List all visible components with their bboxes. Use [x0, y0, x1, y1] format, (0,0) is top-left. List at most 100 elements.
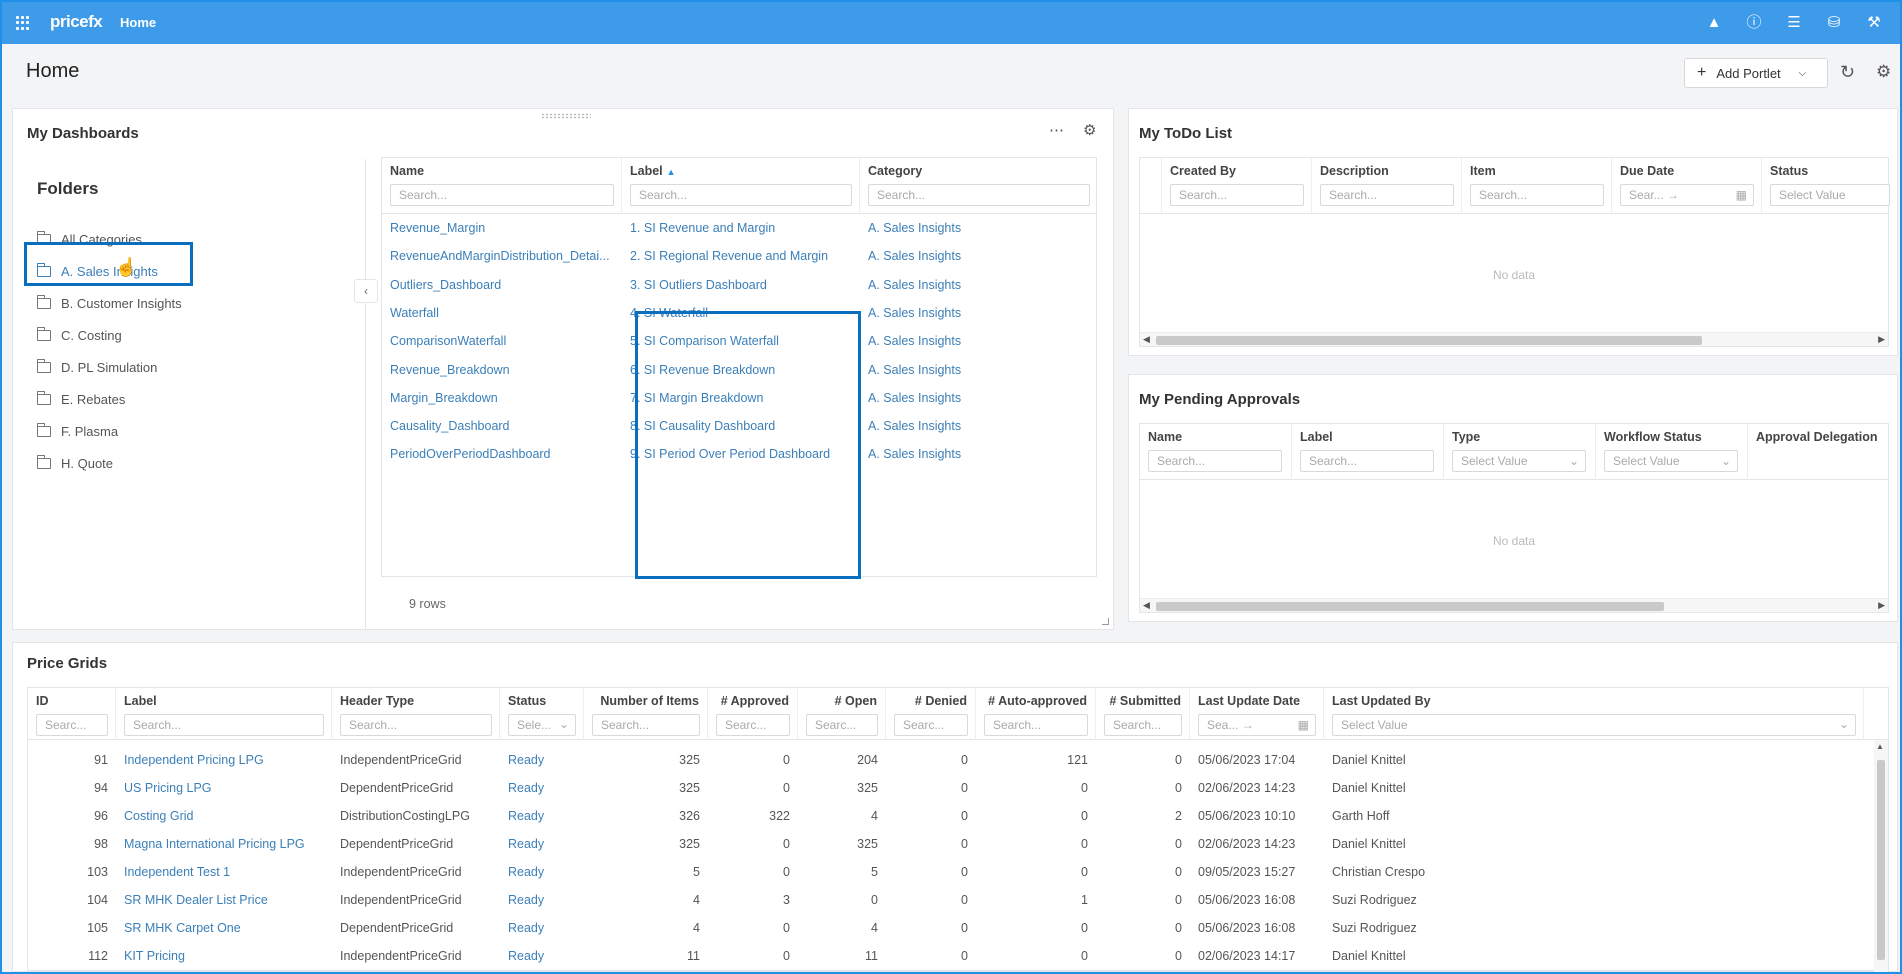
status-filter-input[interactable]: Sele... ⌄	[508, 714, 576, 736]
column-header-last-update-date[interactable]: Last Update Date Sea... → ▦	[1190, 688, 1324, 740]
column-header-due-date[interactable]: Due Date Sear... → ▦	[1612, 158, 1762, 214]
item-search-input[interactable]: Search...	[1470, 184, 1604, 206]
resize-handle-icon[interactable]	[1102, 618, 1109, 625]
more-options-icon[interactable]: ⋯	[1049, 121, 1064, 139]
dashboard-name-link[interactable]: RevenueAndMarginDistribution_Detai...	[390, 249, 618, 263]
column-header-approved[interactable]: # Approved Searc...	[708, 688, 798, 740]
table-row[interactable]: 94 US Pricing LPG DependentPriceGrid Ready 3…	[28, 774, 1864, 802]
type-select[interactable]: Select Value ⌄	[1452, 450, 1586, 472]
folder-item-plasma[interactable]: F. Plasma	[36, 415, 337, 447]
header-type-filter-input[interactable]: Search...	[340, 714, 492, 736]
label-search-input[interactable]: Search...	[1300, 450, 1434, 472]
horizontal-scrollbar[interactable]: ◀ ▶	[1140, 598, 1888, 612]
column-header-name[interactable]: Name Search...	[1140, 424, 1292, 480]
calendar-icon[interactable]: ▦	[1736, 188, 1747, 202]
name-search-input[interactable]: Search...	[390, 184, 614, 206]
dashboard-name-link[interactable]: Revenue_Breakdown	[390, 363, 618, 377]
dashboard-name-link[interactable]: Margin_Breakdown	[390, 391, 618, 405]
vertical-scrollbar[interactable]: ▲	[1874, 740, 1888, 972]
dashboard-category-link[interactable]: A. Sales Insights	[868, 221, 1092, 235]
column-header-approval-delegation[interactable]: Approval Delegation	[1748, 424, 1890, 480]
grid-label-link[interactable]: KIT Pricing	[124, 949, 185, 963]
grid-label-link[interactable]: Costing Grid	[124, 809, 193, 823]
column-header-description[interactable]: Description Search...	[1312, 158, 1462, 214]
name-search-input[interactable]: Search...	[1148, 450, 1282, 472]
table-row[interactable]: RevenueAndMarginDistribution_Detai... 2. …	[382, 242, 1096, 270]
column-header-label[interactable]: Label Search...	[1292, 424, 1444, 480]
column-header-created-by[interactable]: Created By Search...	[1162, 158, 1312, 214]
dashboard-category-link[interactable]: A. Sales Insights	[868, 334, 1092, 348]
pricefx-logo[interactable]: pricefx	[50, 12, 103, 32]
column-header-type[interactable]: Type Select Value ⌄	[1444, 424, 1596, 480]
column-header-header-type[interactable]: Header Type Search...	[332, 688, 500, 740]
horizontal-scrollbar[interactable]: ◀ ▶	[1140, 332, 1888, 346]
dashboard-category-link[interactable]: A. Sales Insights	[868, 249, 1092, 263]
column-header-workflow-status[interactable]: Workflow Status Select Value ⌄	[1596, 424, 1748, 480]
table-row[interactable]: Outliers_Dashboard 3. SI Outliers Dashboa…	[382, 271, 1096, 299]
submitted-filter-input[interactable]: Search...	[1104, 714, 1182, 736]
denied-filter-input[interactable]: Searc...	[894, 714, 968, 736]
dashboard-name-link[interactable]: ComparisonWaterfall	[390, 334, 618, 348]
scroll-right-icon[interactable]: ▶	[1878, 600, 1885, 611]
grid-label-link[interactable]: US Pricing LPG	[124, 781, 212, 795]
dashboard-label-link[interactable]: 2. SI Regional Revenue and Margin	[630, 249, 856, 263]
folder-item-quote[interactable]: H. Quote	[36, 447, 337, 479]
collapse-folders-button[interactable]: ‹	[354, 279, 378, 303]
scrollbar-thumb[interactable]	[1877, 760, 1885, 960]
number-of-items-filter-input[interactable]: Search...	[592, 714, 700, 736]
folder-item-rebates[interactable]: E. Rebates	[36, 383, 337, 415]
scroll-right-icon[interactable]: ▶	[1878, 334, 1885, 345]
folder-item-pl-simulation[interactable]: D. PL Simulation	[36, 351, 337, 383]
help-icon[interactable]: ⓘ	[1744, 13, 1764, 33]
apps-grid-icon[interactable]	[16, 16, 30, 30]
dashboard-name-link[interactable]: Outliers_Dashboard	[390, 278, 618, 292]
sort-ascending-icon[interactable]: ▲	[667, 167, 676, 177]
grid-label-link[interactable]: SR MHK Dealer List Price	[124, 893, 268, 907]
sliders-icon[interactable]: ☰	[1784, 13, 1804, 33]
grid-label-link[interactable]: Independent Pricing LPG	[124, 753, 264, 767]
column-header-item[interactable]: Item Search...	[1462, 158, 1612, 214]
dashboard-category-link[interactable]: A. Sales Insights	[868, 419, 1092, 433]
last-updated-by-filter-input[interactable]: Select Value ⌄	[1332, 714, 1856, 736]
column-header-category[interactable]: Category Search...	[860, 158, 1098, 214]
approved-filter-input[interactable]: Searc...	[716, 714, 790, 736]
dashboard-name-link[interactable]: Causality_Dashboard	[390, 419, 618, 433]
column-header-status[interactable]: Status Sele... ⌄	[500, 688, 584, 740]
workflow-status-select[interactable]: Select Value ⌄	[1604, 450, 1738, 472]
column-header-last-updated-by[interactable]: Last Updated By Select Value ⌄	[1324, 688, 1864, 740]
description-search-input[interactable]: Search...	[1320, 184, 1454, 206]
label-search-input[interactable]: Search...	[630, 184, 852, 206]
table-row[interactable]: 103 Independent Test 1 IndependentPriceGri…	[28, 858, 1864, 886]
table-row[interactable]: 105 SR MHK Carpet One DependentPriceGrid Re…	[28, 914, 1864, 942]
dashboard-category-link[interactable]: A. Sales Insights	[868, 306, 1092, 320]
status-select[interactable]: Select Value	[1770, 184, 1890, 206]
scroll-up-icon[interactable]: ▲	[1876, 742, 1884, 751]
auto-approved-filter-input[interactable]: Search...	[984, 714, 1088, 736]
dashboard-name-link[interactable]: Waterfall	[390, 306, 618, 320]
created-by-search-input[interactable]: Search...	[1170, 184, 1304, 206]
scroll-left-icon[interactable]: ◀	[1143, 334, 1150, 345]
column-header-auto-approved[interactable]: # Auto-approved Search...	[976, 688, 1096, 740]
column-header-label[interactable]: Label Search...	[116, 688, 332, 740]
dashboard-category-link[interactable]: A. Sales Insights	[868, 363, 1092, 377]
table-row[interactable]: 112 KIT Pricing IndependentPriceGrid Ready 1…	[28, 942, 1864, 970]
column-header-open[interactable]: # Open Searc...	[798, 688, 886, 740]
table-row[interactable]: 104 SR MHK Dealer List Price IndependentPr…	[28, 886, 1864, 914]
dashboard-name-link[interactable]: PeriodOverPeriodDashboard	[390, 447, 618, 461]
dashboard-name-link[interactable]: Revenue_Margin	[390, 221, 618, 235]
dashboard-label-link[interactable]: 3. SI Outliers Dashboard	[630, 278, 856, 292]
due-date-range-input[interactable]: Sear... → ▦	[1620, 184, 1754, 206]
settings-gear-icon[interactable]: ⚙	[1876, 62, 1891, 82]
table-row[interactable]: 98 Magna International Pricing LPG Depende…	[28, 830, 1864, 858]
column-header-id[interactable]: ID Searc...	[28, 688, 116, 740]
folder-item-costing[interactable]: C. Costing	[36, 319, 337, 351]
column-header-label[interactable]: Label ▲ Search...	[622, 158, 860, 214]
column-header-number-of-items[interactable]: Number of Items Search...	[584, 688, 708, 740]
portlet-settings-icon[interactable]: ⚙	[1083, 121, 1096, 139]
last-update-date-filter-input[interactable]: Sea... → ▦	[1198, 714, 1316, 736]
id-filter-input[interactable]: Searc...	[36, 714, 108, 736]
scrollbar-thumb[interactable]	[1156, 602, 1664, 611]
column-header-submitted[interactable]: # Submitted Search...	[1096, 688, 1190, 740]
grid-label-link[interactable]: Independent Test 1	[124, 865, 230, 879]
grid-label-link[interactable]: SR MHK Carpet One	[124, 921, 241, 935]
